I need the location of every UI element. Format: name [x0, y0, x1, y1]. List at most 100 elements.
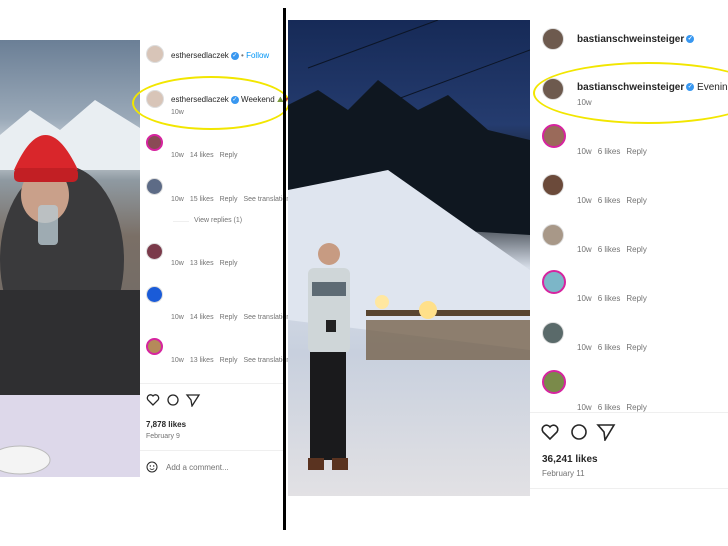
comment-meta: 10w 15 likes Reply See translation — [171, 196, 296, 203]
right-actions — [541, 423, 621, 446]
comment-likes[interactable]: 13 likes — [190, 260, 214, 267]
reply-button[interactable]: Reply — [626, 196, 646, 205]
right-photo-art — [288, 20, 530, 470]
comment-likes[interactable]: 14 likes — [190, 152, 214, 159]
comment-likes[interactable]: 6 likes — [598, 403, 621, 412]
heart-icon[interactable] — [541, 424, 559, 441]
comment-age: 10w — [171, 260, 184, 267]
comment-avatar[interactable] — [542, 270, 566, 294]
right-caption-avatar[interactable] — [542, 78, 564, 100]
left-caption: esthersedlaczek ✓ Weekend ⛰♥ — [171, 95, 288, 105]
left-caption-text: Weekend — [241, 95, 275, 104]
comment-likes[interactable]: 6 likes — [598, 245, 621, 254]
right-likes[interactable]: 36,241 likes — [542, 454, 598, 465]
right-header-avatar[interactable] — [542, 28, 564, 50]
left-header-username[interactable]: esthersedlaczek — [171, 51, 229, 60]
right-post-photo[interactable] — [288, 20, 530, 496]
left-header-avatar[interactable] — [146, 45, 164, 63]
reply-button[interactable]: Reply — [626, 245, 646, 254]
comment-age: 10w — [577, 147, 592, 156]
comment-meta: 10w 6 likes Reply — [577, 294, 653, 303]
comment-meta: 10w 6 likes Reply — [577, 343, 653, 352]
verified-icon: ✓ — [230, 95, 239, 104]
comment-avatar[interactable] — [146, 338, 163, 355]
comment-age: 10w — [577, 403, 592, 412]
comment-age: 10w — [171, 196, 184, 203]
left-caption-age: 10w — [171, 109, 184, 116]
comment-meta: 10w 6 likes Reply — [577, 403, 657, 412]
reply-button[interactable]: Reply — [220, 196, 238, 203]
right-header-username[interactable]: bastianschweinsteiger — [577, 34, 684, 45]
left-post-photo[interactable] — [0, 40, 140, 477]
view-replies-button[interactable]: View replies (1) — [194, 217, 242, 224]
reply-button[interactable]: Reply — [220, 152, 238, 159]
comment-avatar[interactable] — [146, 178, 163, 195]
reply-button[interactable]: Reply — [220, 357, 238, 364]
reply-button[interactable]: Reply — [220, 260, 238, 267]
share-icon[interactable] — [185, 394, 201, 408]
comment-age: 10w — [577, 294, 592, 303]
comment-likes[interactable]: 6 likes — [598, 294, 621, 303]
comment-age: 10w — [577, 245, 592, 254]
right-action-icons — [541, 424, 616, 443]
comment-meta: 10w 14 likes Reply — [171, 152, 243, 159]
comment-avatar[interactable] — [542, 174, 564, 196]
comment-avatar[interactable] — [146, 134, 163, 151]
emoji-icon[interactable] — [146, 460, 158, 478]
share-icon[interactable] — [596, 424, 616, 443]
add-comment-input[interactable]: Add a comment... — [166, 463, 229, 472]
image-divider — [283, 8, 286, 530]
right-caption-age: 10w — [577, 98, 592, 107]
comment-likes[interactable]: 15 likes — [190, 196, 214, 203]
replies-line — [173, 221, 189, 222]
left-caption-username[interactable]: esthersedlaczek — [171, 95, 229, 104]
actions-divider — [140, 383, 283, 384]
comment-avatar[interactable] — [542, 124, 566, 148]
left-action-icons — [146, 394, 201, 408]
reply-button[interactable]: Reply — [626, 403, 646, 412]
comment-avatar[interactable] — [542, 224, 564, 246]
left-likes[interactable]: 7,878 likes — [146, 420, 186, 429]
right-header: bastianschweinsteiger ✓ — [577, 34, 695, 45]
comment-box-divider — [140, 450, 283, 451]
comment-meta: 10w 6 likes Reply — [577, 245, 653, 254]
comment-meta: 10w 6 likes Reply — [577, 147, 653, 156]
left-photo-art — [0, 100, 140, 477]
verified-icon: ✓ — [686, 35, 695, 44]
comment-avatar[interactable] — [146, 286, 163, 303]
bottom-divider — [530, 488, 728, 489]
comment-likes[interactable]: 6 likes — [598, 196, 621, 205]
comment-likes[interactable]: 13 likes — [190, 357, 214, 364]
right-caption: bastianschweinsteiger✓ Evening i — [577, 82, 728, 93]
comment-likes[interactable]: 6 likes — [598, 343, 621, 352]
actions-divider — [530, 412, 728, 413]
comment-icon[interactable] — [167, 394, 179, 406]
comment-age: 10w — [171, 152, 184, 159]
comment-meta: 10w 14 likes Reply See translation — [171, 314, 296, 321]
heart-icon[interactable] — [146, 394, 160, 406]
follow-button[interactable]: Follow — [246, 51, 269, 60]
comment-likes[interactable]: 6 likes — [598, 147, 621, 156]
comment-age: 10w — [171, 357, 184, 364]
reply-button[interactable]: Reply — [626, 343, 646, 352]
reply-button[interactable]: Reply — [220, 314, 238, 321]
reply-button[interactable]: Reply — [626, 147, 646, 156]
right-caption-username[interactable]: bastianschweinsteiger — [577, 82, 684, 93]
comment-avatar[interactable] — [542, 322, 564, 344]
comment-meta: 10w 6 likes Reply — [577, 196, 653, 205]
comment-avatar[interactable] — [146, 243, 163, 260]
left-header: esthersedlaczek ✓ • Follow — [171, 51, 269, 60]
left-date: February 9 — [146, 433, 180, 440]
comment-icon[interactable] — [571, 424, 587, 440]
comment-age: 10w — [577, 196, 592, 205]
comment-meta: 10w 13 likes Reply — [171, 260, 243, 267]
reply-button[interactable]: Reply — [626, 294, 646, 303]
comment-likes[interactable]: 14 likes — [190, 314, 214, 321]
comment-meta-clip: 10w 6 likes Reply — [577, 403, 657, 412]
left-caption-avatar[interactable] — [146, 90, 164, 108]
comment-avatar[interactable] — [542, 370, 566, 394]
right-date: February 11 — [542, 469, 585, 478]
verified-icon: ✓ — [686, 83, 695, 92]
comment-meta: 10w 13 likes Reply See translation — [171, 357, 296, 364]
right-caption-text: Evening i — [697, 82, 728, 93]
